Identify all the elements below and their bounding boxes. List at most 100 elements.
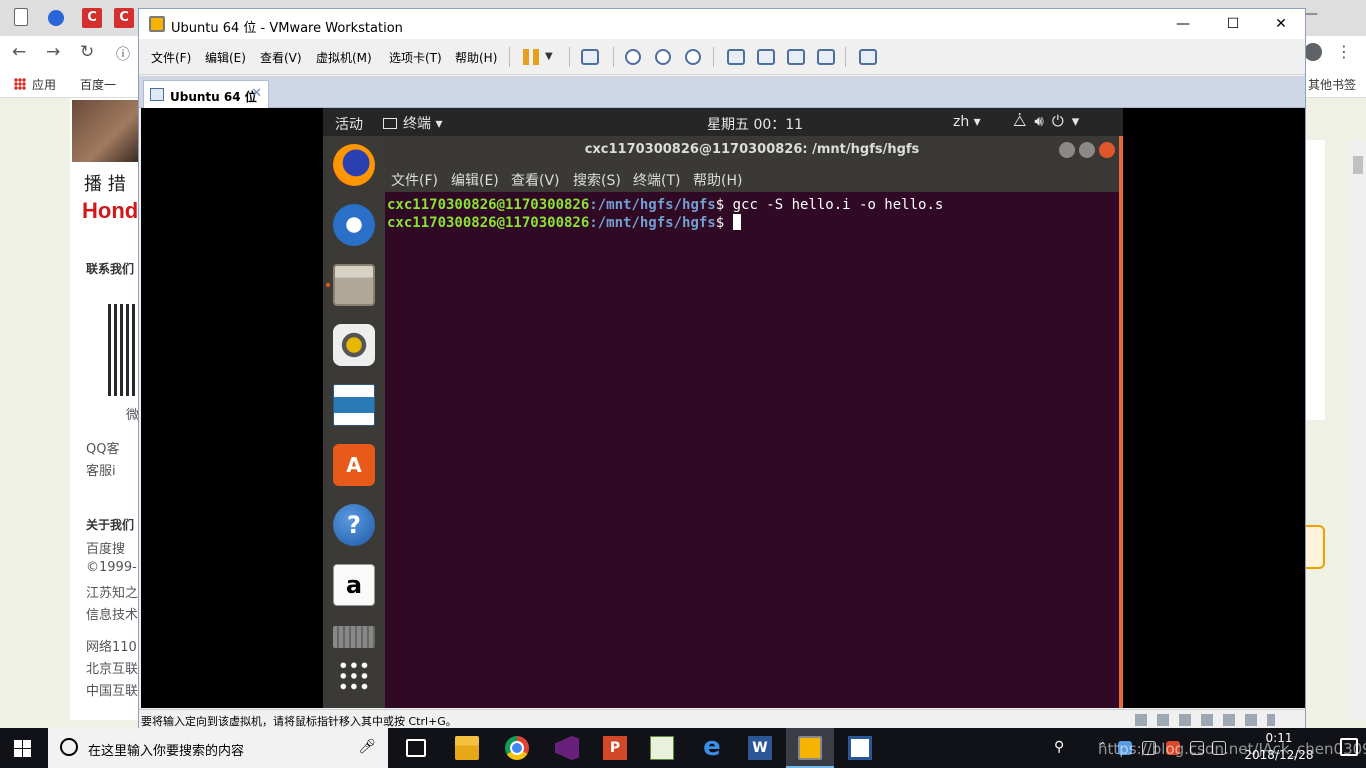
bookmark-apps[interactable]: 应用 bbox=[14, 76, 56, 93]
info-icon[interactable]: ⓘ bbox=[116, 44, 130, 64]
terminal-menu-help[interactable]: 帮助(H) bbox=[693, 170, 742, 190]
minimize-button[interactable]: — bbox=[1161, 13, 1205, 35]
input-language-label: zh bbox=[953, 114, 970, 130]
vmware-title-bar: Ubuntu 64 位 - VMware Workstation — ☐ ✕ bbox=[139, 9, 1305, 39]
app-menu-label: 终端 bbox=[403, 116, 431, 132]
menu-view[interactable]: 查看(V) bbox=[260, 49, 302, 66]
terminal-menu-file[interactable]: 文件(F) bbox=[391, 170, 438, 190]
net110-line[interactable]: 网络110 bbox=[86, 636, 137, 655]
libreoffice-writer-icon[interactable] bbox=[333, 384, 375, 426]
vmware-status-bar: 要将输入定向到该虚拟机，请将鼠标指针移入其中或按 Ctrl+G。 bbox=[139, 709, 1305, 729]
send-ctrl-alt-del-icon[interactable] bbox=[581, 49, 599, 65]
activities-button[interactable]: 活动 bbox=[335, 114, 363, 134]
show-applications-icon[interactable] bbox=[338, 660, 370, 692]
back-icon[interactable]: ← bbox=[12, 42, 26, 62]
article-thumbnail[interactable] bbox=[72, 100, 138, 162]
baidu-tab-icon[interactable] bbox=[48, 10, 64, 26]
browser-menu-icon[interactable]: ⋮ bbox=[1336, 42, 1352, 61]
windows-start-icon[interactable] bbox=[14, 740, 31, 757]
snapshot-icon[interactable] bbox=[625, 49, 641, 65]
gnome-clock[interactable]: 星期五 00：11 bbox=[707, 114, 803, 134]
china-line[interactable]: 中国互联 bbox=[86, 680, 138, 699]
word-icon[interactable]: W bbox=[748, 736, 772, 760]
chrome-icon[interactable] bbox=[505, 736, 529, 760]
terminal-output[interactable]: cxc1170300826@1170300826:/mnt/hgfs/hgfs$… bbox=[387, 196, 1115, 232]
vmware-tab-bar: Ubuntu 64 位 ✕ bbox=[139, 76, 1305, 108]
baidu-line[interactable]: 百度搜 bbox=[86, 538, 125, 557]
console-view-icon[interactable] bbox=[757, 49, 775, 65]
vmware-taskbar-icon[interactable] bbox=[798, 736, 822, 760]
csdn-tab-glyph: C bbox=[87, 10, 97, 25]
page-scrollbar[interactable] bbox=[1350, 140, 1366, 720]
bookmark-baidu[interactable]: 百度一 bbox=[80, 76, 116, 93]
tab-close-icon[interactable]: ✕ bbox=[251, 86, 262, 101]
csdn-tab-glyph-2: C bbox=[119, 10, 129, 25]
browser-minimize-button[interactable]: — bbox=[1304, 6, 1318, 22]
thunderbird-icon[interactable] bbox=[333, 204, 375, 246]
pause-dropdown-icon[interactable]: ▼ bbox=[545, 51, 565, 71]
menu-edit[interactable]: 编辑(E) bbox=[205, 49, 246, 66]
terminal-menu-terminal[interactable]: 终端(T) bbox=[633, 170, 680, 190]
library-icon[interactable] bbox=[727, 49, 745, 65]
firefox-icon[interactable] bbox=[333, 144, 375, 186]
menu-help[interactable]: 帮助(H) bbox=[455, 49, 497, 66]
reload-icon[interactable]: ↻ bbox=[80, 42, 94, 62]
bookmark-other[interactable]: 其他书签 bbox=[1308, 76, 1356, 93]
spreadsheet-icon[interactable] bbox=[650, 736, 674, 760]
full-screen-icon[interactable] bbox=[787, 49, 805, 65]
terminal-menu-search[interactable]: 搜索(S) bbox=[573, 170, 621, 190]
csdn-tab-icon[interactable]: C bbox=[82, 8, 102, 28]
csdn-tab-icon-2[interactable]: C bbox=[114, 8, 134, 28]
unity-icon[interactable] bbox=[817, 49, 835, 65]
ubuntu-software-icon[interactable]: A bbox=[333, 444, 375, 486]
menu-vm[interactable]: 虚拟机(M) bbox=[316, 49, 372, 66]
edge-icon[interactable]: e bbox=[700, 734, 724, 760]
menu-tabs[interactable]: 选项卡(T) bbox=[389, 49, 442, 66]
files-icon[interactable] bbox=[333, 264, 375, 306]
terminal-maximize-button[interactable] bbox=[1079, 142, 1095, 158]
text-editor-icon[interactable] bbox=[333, 626, 375, 648]
search-placeholder: 在这里输入你要搜索的内容 bbox=[88, 744, 245, 759]
people-icon[interactable]: ⚲ bbox=[1054, 739, 1064, 755]
microphone-icon[interactable]: 🎤︎ bbox=[358, 739, 376, 755]
account-icon[interactable] bbox=[1304, 43, 1322, 61]
task-view-icon[interactable] bbox=[406, 739, 426, 757]
file-explorer-icon[interactable] bbox=[455, 736, 479, 760]
input-language[interactable]: zh ▾ bbox=[953, 114, 981, 130]
maximize-button[interactable]: ☐ bbox=[1211, 13, 1255, 35]
terminal-menu-view[interactable]: 查看(V) bbox=[511, 170, 560, 190]
ubuntu-dock: A ? a bbox=[323, 136, 385, 708]
gnome-top-bar: 活动 终端 ▾ 星期五 00：11 zh ▾ ⧊🔊︎⏻▾ bbox=[323, 108, 1123, 136]
taskbar-app-icon[interactable] bbox=[848, 736, 872, 760]
beijing-line[interactable]: 北京互联 bbox=[86, 658, 138, 677]
help-icon[interactable]: ? bbox=[333, 504, 375, 546]
vm-display[interactable]: 活动 终端 ▾ 星期五 00：11 zh ▾ ⧊🔊︎⏻▾ A ? a cxc11… bbox=[141, 108, 1305, 708]
system-menu[interactable]: ⧊🔊︎⏻▾ bbox=[1013, 112, 1087, 130]
service-link[interactable]: 客服i bbox=[86, 460, 116, 479]
revert-snapshot-icon[interactable] bbox=[655, 49, 671, 65]
right-ad-badge[interactable] bbox=[1305, 525, 1325, 569]
qq-link[interactable]: QQ客 bbox=[86, 438, 119, 457]
terminal-minimize-button[interactable] bbox=[1059, 142, 1075, 158]
terminal-menu-edit[interactable]: 编辑(E) bbox=[451, 170, 499, 190]
device-status-icons[interactable] bbox=[1135, 714, 1275, 726]
taskbar-search-box[interactable]: 在这里输入你要搜索的内容 🎤︎ bbox=[48, 728, 388, 768]
menu-file[interactable]: 文件(F) bbox=[151, 49, 191, 66]
terminal-window[interactable]: cxc1170300826@1170300826: /mnt/hgfs/hgfs… bbox=[385, 136, 1123, 708]
pause-icon[interactable] bbox=[523, 49, 543, 65]
forward-icon[interactable]: → bbox=[46, 42, 60, 62]
honda-ad-text[interactable]: Hond bbox=[82, 198, 138, 224]
terminal-title-bar[interactable]: cxc1170300826@1170300826: /mnt/hgfs/hgfs bbox=[385, 136, 1119, 164]
close-button[interactable]: ✕ bbox=[1259, 13, 1303, 35]
visual-studio-icon[interactable] bbox=[555, 736, 579, 760]
snapshot-manager-icon[interactable] bbox=[685, 49, 701, 65]
tab-ubuntu[interactable]: Ubuntu 64 位 ✕ bbox=[143, 80, 269, 108]
preferences-icon[interactable] bbox=[859, 49, 877, 65]
scrollbar-thumb[interactable] bbox=[1353, 156, 1363, 174]
terminal-close-button[interactable] bbox=[1099, 142, 1115, 158]
powerpoint-icon[interactable]: P bbox=[603, 736, 627, 760]
rhythmbox-icon[interactable] bbox=[333, 324, 375, 366]
document-tab-icon[interactable] bbox=[14, 8, 28, 26]
amazon-icon[interactable]: a bbox=[333, 564, 375, 606]
app-menu[interactable]: 终端 ▾ bbox=[383, 113, 442, 133]
